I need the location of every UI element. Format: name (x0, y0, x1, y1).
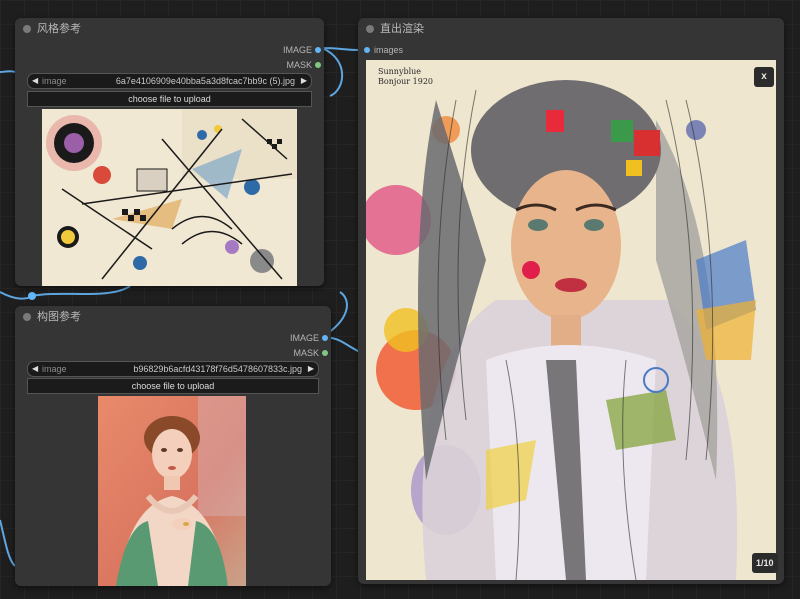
node-style-reference[interactable]: 风格参考 IMAGE MASK ◀ image 6a7e4106909e40bb… (15, 18, 324, 286)
node-title: 风格参考 (37, 23, 81, 35)
widget-value: b96829b6acfd43178f76d5478607833c.jpg (133, 364, 302, 374)
collapse-dot-icon[interactable] (23, 313, 31, 321)
input-label: images (374, 45, 404, 55)
wire-left-2 (0, 291, 35, 300)
arrow-right-icon[interactable]: ▶ (308, 362, 314, 376)
output-label: IMAGE (289, 333, 319, 343)
wire-left-3 (0, 519, 16, 567)
input-socket-icon[interactable] (364, 47, 370, 53)
image-counter[interactable]: 1/10 (752, 553, 778, 573)
arrow-left-icon[interactable]: ◀ (32, 362, 38, 376)
output-socket-icon[interactable] (322, 335, 328, 341)
output-socket-icon[interactable] (315, 62, 321, 68)
output-socket-icon[interactable] (322, 350, 328, 356)
output-socket-icon[interactable] (315, 47, 321, 53)
node-composition-reference[interactable]: 构图参考 IMAGE MASK ◀ image b96829b6acfd4317… (15, 306, 331, 586)
output-image[interactable]: IMAGE (289, 332, 328, 344)
arrow-left-icon[interactable]: ◀ (32, 74, 38, 88)
output-mask[interactable]: MASK (293, 347, 328, 359)
output-image[interactable]: IMAGE (282, 44, 321, 56)
output-label: IMAGE (282, 45, 312, 55)
node-title: 直出渲染 (380, 23, 424, 35)
node-title-bar[interactable]: 风格参考 (15, 18, 324, 40)
abstract-artwork-thumbnail (42, 109, 297, 286)
upload-button[interactable]: choose file to upload (27, 91, 312, 107)
node-title-bar[interactable]: 直出渲染 (358, 18, 784, 40)
widget-label: image (42, 76, 67, 86)
input-images[interactable]: images (364, 44, 404, 56)
portrait-painting-thumbnail (98, 396, 246, 586)
artwork-signature: Sunnyblue (378, 67, 421, 76)
generated-portrait-artwork: Sunnyblue Bonjour 1920 (366, 60, 776, 580)
node-title: 构图参考 (37, 311, 81, 323)
image-combo[interactable]: ◀ image 6a7e4106909e40bba5a3d8fcac7bb9c … (27, 73, 312, 89)
image-preview (42, 109, 297, 286)
collapse-dot-icon[interactable] (366, 25, 374, 33)
image-preview (98, 396, 246, 586)
wire-style-image-loop (321, 47, 344, 97)
node-preview-render[interactable]: 直出渲染 images Sunnyblue Bonjour 1920 x 1/1… (358, 18, 784, 584)
wire-style-image (321, 47, 361, 51)
node-title-bar[interactable]: 构图参考 (15, 306, 331, 328)
image-combo[interactable]: ◀ image b96829b6acfd43178f76d5478607833c… (27, 361, 319, 377)
output-label: MASK (293, 348, 319, 358)
output-image-preview[interactable]: Sunnyblue Bonjour 1920 (366, 60, 776, 580)
widget-label: image (42, 364, 67, 374)
upload-button[interactable]: choose file to upload (27, 378, 319, 394)
artwork-caption: Bonjour 1920 (378, 77, 433, 86)
wire-left-4 (31, 285, 131, 297)
output-label: MASK (286, 60, 312, 70)
output-mask[interactable]: MASK (286, 59, 321, 71)
close-preview-button[interactable]: x (754, 67, 774, 87)
collapse-dot-icon[interactable] (23, 25, 31, 33)
reroute-dot (28, 292, 36, 300)
widget-value: 6a7e4106909e40bba5a3d8fcac7bb9c (5).jpg (115, 76, 295, 86)
wire-left-1 (0, 70, 16, 73)
arrow-right-icon[interactable]: ▶ (301, 74, 307, 88)
